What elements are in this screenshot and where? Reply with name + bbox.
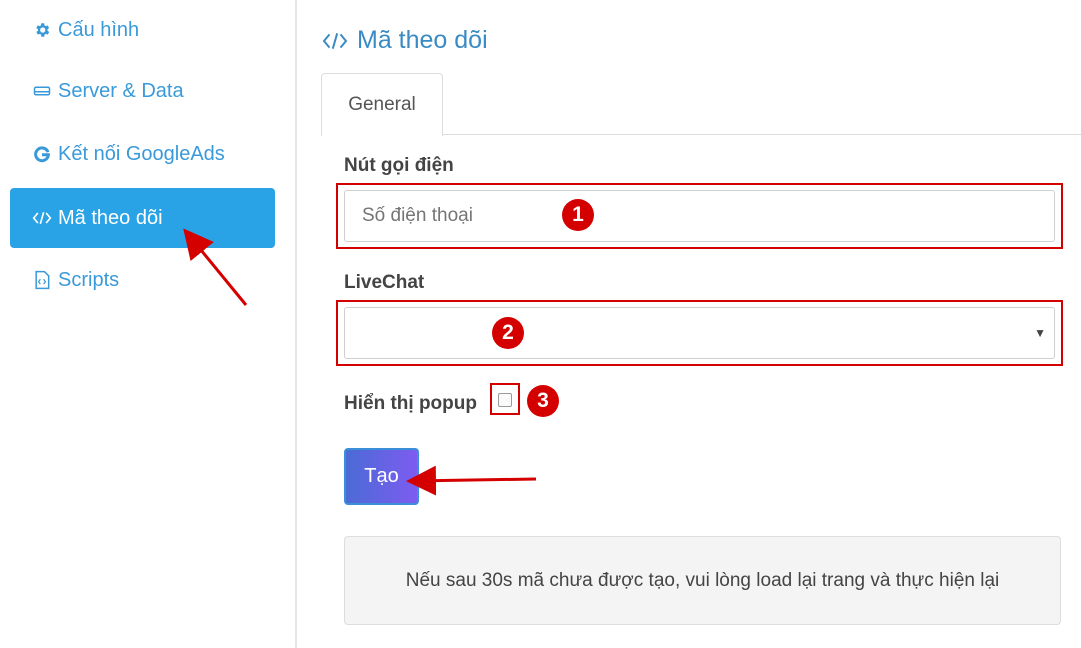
livechat-label: LiveChat: [344, 272, 425, 293]
sidebar-item-ma-theo-doi[interactable]: Mã theo dõi: [10, 188, 275, 248]
phone-field-highlight: [336, 183, 1063, 249]
google-g-icon: [32, 144, 52, 164]
caret-down-icon: ▼: [1034, 326, 1046, 340]
hard-drive-icon: [32, 81, 52, 101]
main-content: Mã theo dõi General Nút gọi điện LiveCha…: [299, 0, 1081, 648]
popup-checkbox-highlight: [490, 383, 520, 415]
page-title: Mã theo dõi: [321, 26, 488, 55]
file-code-icon: [32, 270, 52, 290]
page-title-text: Mã theo dõi: [357, 26, 488, 54]
create-button[interactable]: Tạo: [344, 448, 419, 505]
livechat-select[interactable]: ▼: [344, 307, 1055, 359]
sidebar-item-label: Kết nối GoogleAds: [58, 143, 225, 165]
code-icon: [321, 30, 349, 52]
annotation-badge-3: 3: [527, 385, 559, 417]
sidebar-item-label: Server & Data: [58, 80, 184, 102]
sidebar-item-label: Cấu hình: [58, 19, 140, 41]
tab-bar: General: [321, 73, 1081, 136]
annotation-badge-1: 1: [562, 199, 594, 231]
sidebar-item-cau-hinh[interactable]: Cấu hình: [10, 0, 275, 60]
info-note: Nếu sau 30s mã chưa được tạo, vui lòng l…: [344, 536, 1061, 625]
gear-icon: [32, 20, 52, 40]
sidebar-item-googleads[interactable]: Kết nối GoogleAds: [10, 124, 275, 184]
phone-input[interactable]: [344, 190, 1055, 242]
sidebar-item-label: Scripts: [58, 269, 120, 291]
code-icon: [32, 208, 52, 228]
annotation-badge-2: 2: [492, 317, 524, 349]
phone-label: Nút gọi điện: [344, 155, 454, 176]
livechat-field-highlight: ▼: [336, 300, 1063, 366]
tab-general[interactable]: General: [321, 73, 443, 136]
sidebar-item-server-data[interactable]: Server & Data: [10, 61, 275, 121]
popup-label: Hiển thị popup: [344, 393, 477, 414]
sidebar: Cấu hình Server & Data Kết nối GoogleAds…: [0, 0, 297, 648]
sidebar-item-scripts[interactable]: Scripts: [10, 250, 275, 310]
popup-checkbox[interactable]: [498, 393, 512, 407]
sidebar-item-label: Mã theo dõi: [58, 207, 163, 229]
